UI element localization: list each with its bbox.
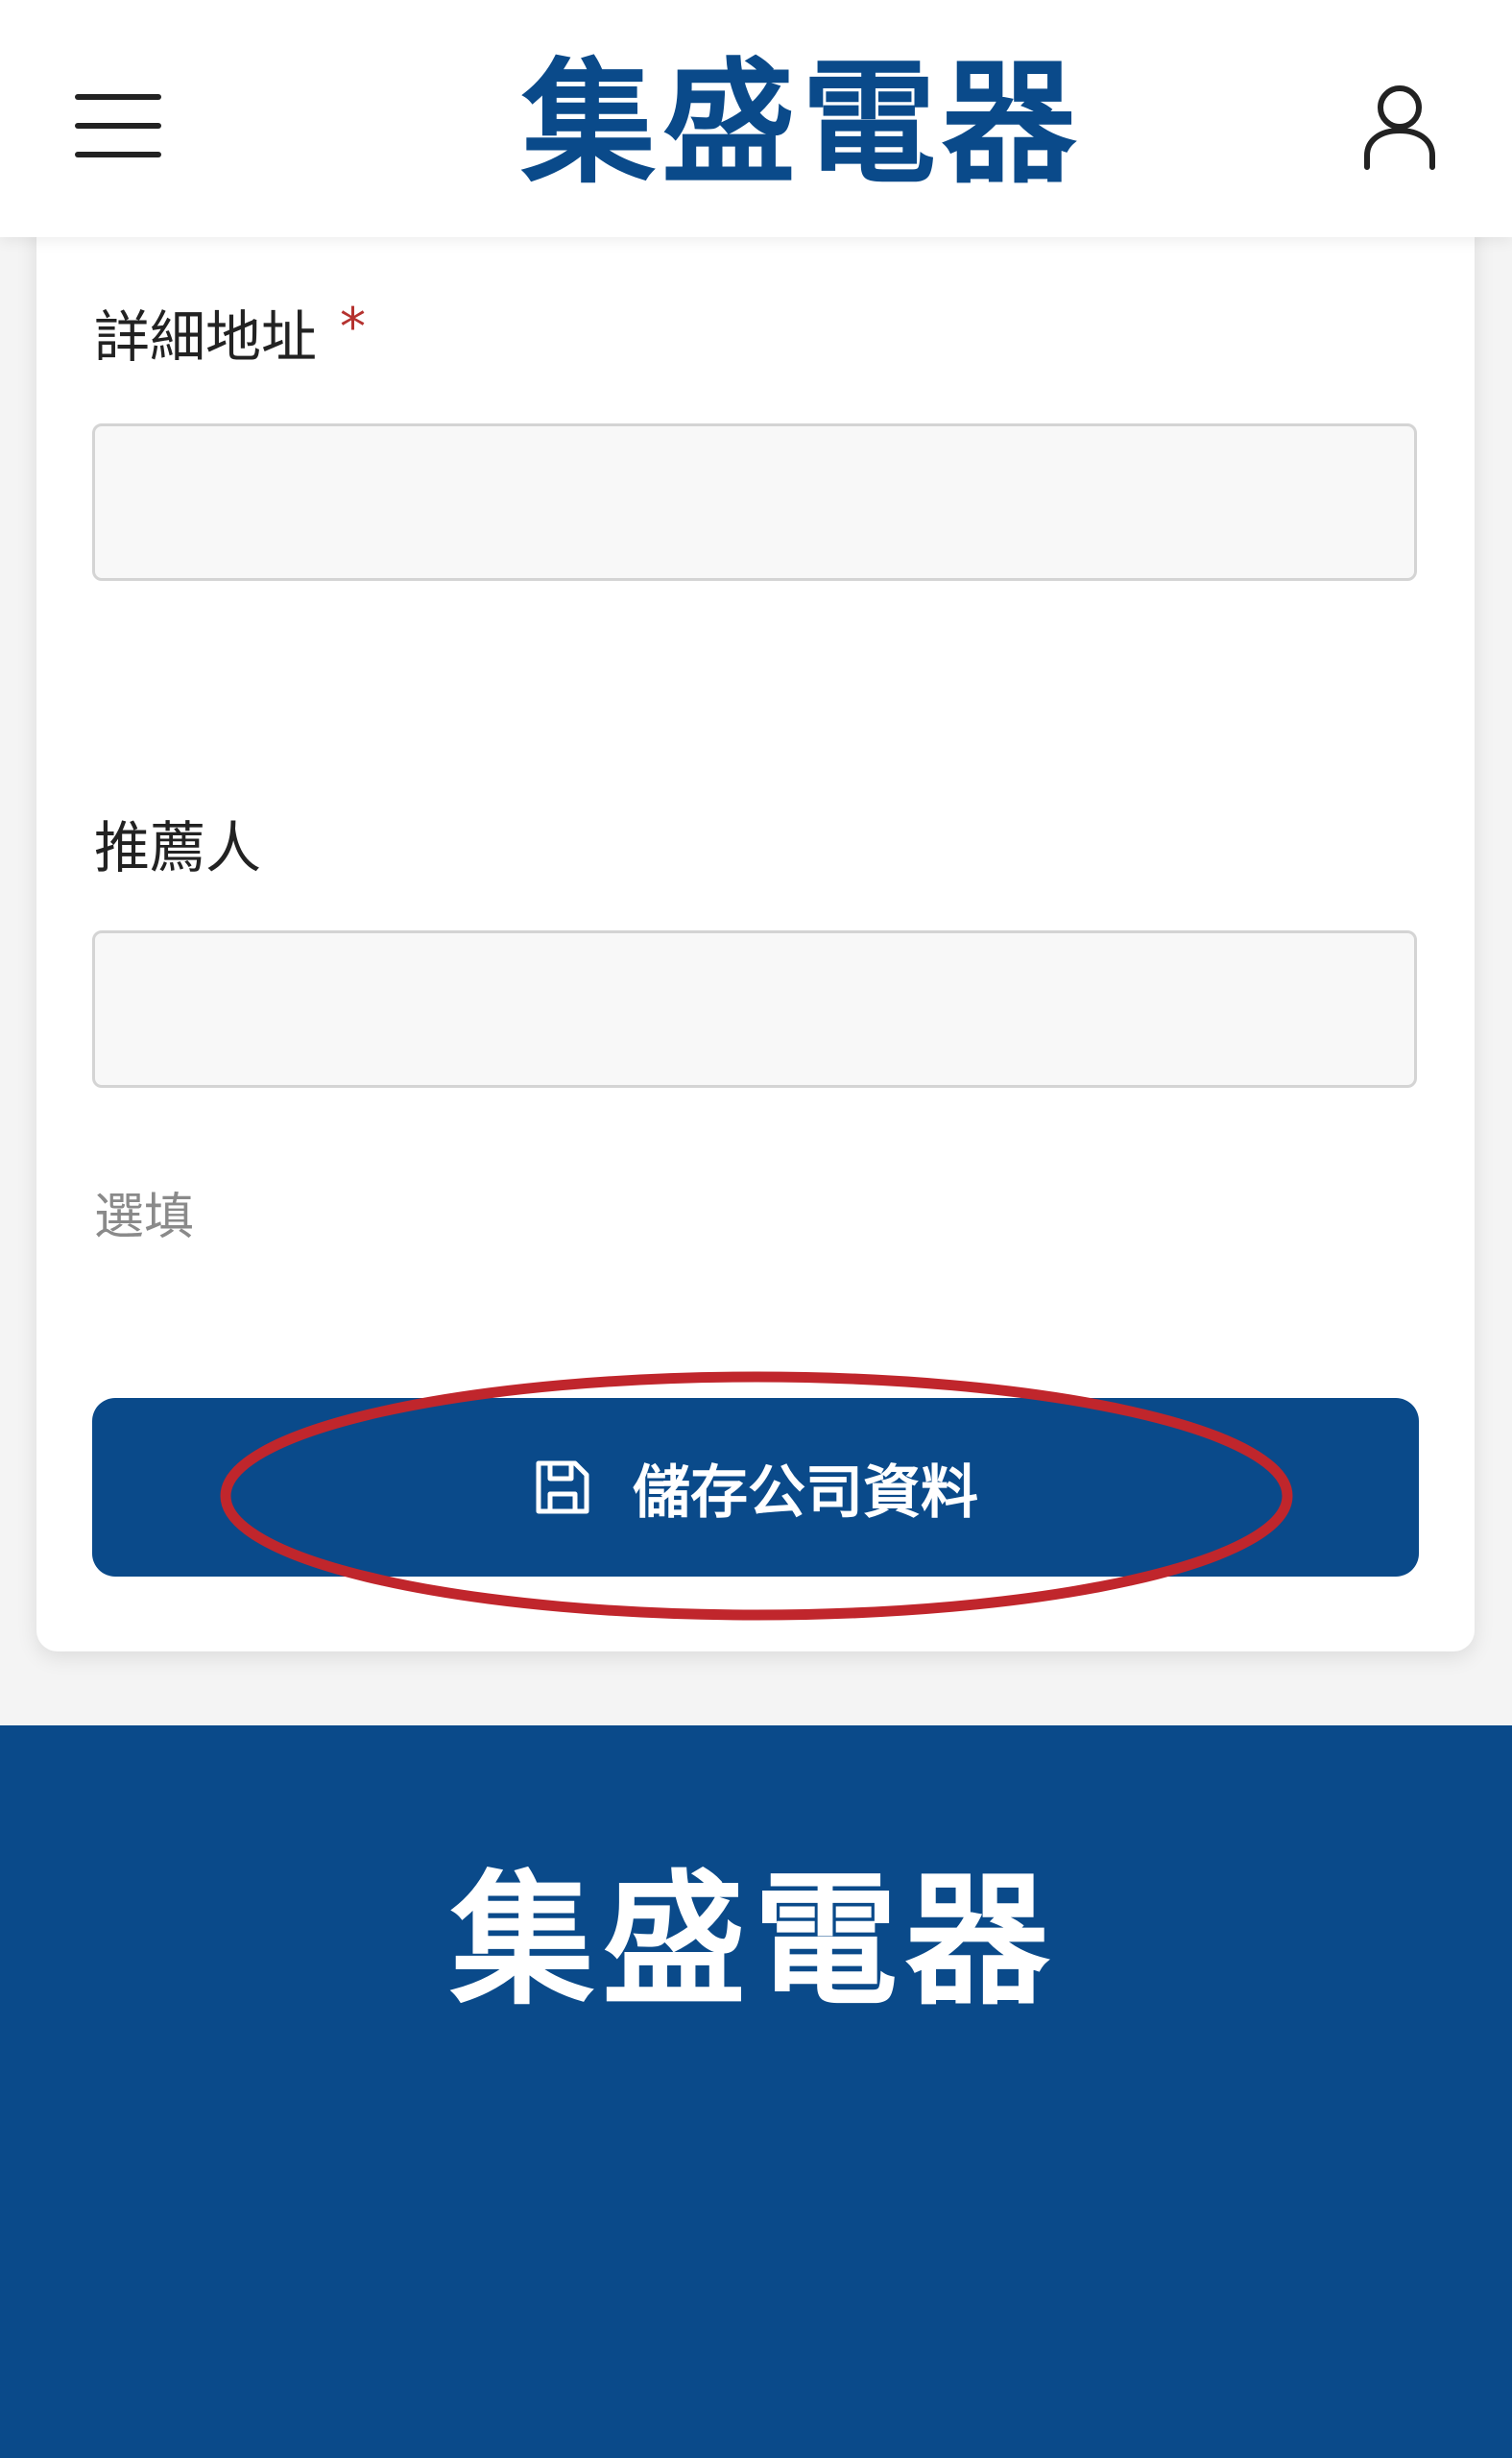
save-button-label: 儲存公司資料 bbox=[633, 1458, 978, 1527]
address-input[interactable] bbox=[92, 423, 1417, 581]
top-navbar: 集盛電器 bbox=[0, 0, 1512, 237]
menu-bar bbox=[75, 123, 161, 129]
address-field-label: 詳細地址 * bbox=[94, 292, 366, 373]
user-account-icon[interactable] bbox=[1361, 84, 1438, 171]
save-floppy-icon bbox=[536, 1460, 589, 1514]
menu-bar bbox=[75, 94, 161, 100]
menu-bar bbox=[75, 152, 161, 157]
address-label-text: 詳細地址 bbox=[94, 304, 318, 370]
referrer-input[interactable] bbox=[92, 930, 1417, 1088]
footer-brand-logo: 集盛電器 bbox=[449, 1858, 1057, 2025]
hamburger-menu-icon[interactable] bbox=[75, 92, 161, 159]
company-form-card: 詳細地址 * 推薦人 選填 儲存公司資料 bbox=[36, 192, 1475, 1651]
required-mark: * bbox=[340, 297, 367, 357]
save-company-button[interactable]: 儲存公司資料 bbox=[92, 1398, 1419, 1577]
brand-logo[interactable]: 集盛電器 bbox=[514, 48, 1090, 202]
referrer-hint: 選填 bbox=[94, 1189, 195, 1246]
site-footer: 集盛電器 bbox=[0, 1725, 1512, 2458]
referrer-field-label: 推薦人 bbox=[94, 815, 262, 880]
